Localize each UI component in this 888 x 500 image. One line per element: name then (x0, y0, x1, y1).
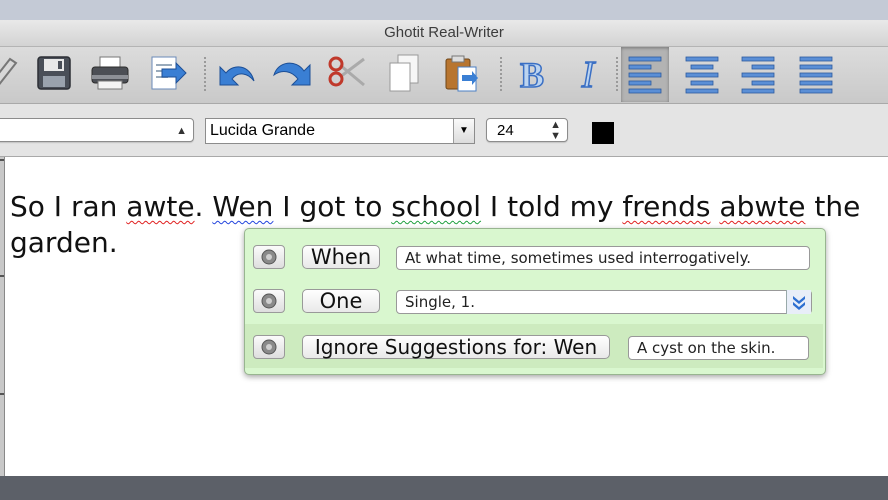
text-run: . (194, 190, 213, 223)
redo-button[interactable] (268, 51, 316, 99)
paste-button[interactable] (436, 51, 484, 99)
speak-button[interactable] (0, 51, 26, 99)
menu-bar-strip (0, 0, 888, 20)
toolbar-separator (500, 57, 502, 93)
font-size-popup[interactable]: 24 ▲ ▼ (486, 118, 568, 142)
text-run: I got to (273, 190, 392, 223)
cut-button[interactable] (324, 51, 372, 99)
suggestion-definition-text: Single, 1. (405, 293, 475, 311)
suggestion-row: Ignore Suggestions for: Wen A cyst on th… (245, 324, 823, 368)
text-run: the (805, 190, 861, 223)
speaker-icon (261, 339, 277, 355)
flagged-word[interactable]: school (391, 190, 481, 223)
flagged-word[interactable]: frends (622, 190, 710, 223)
align-center-button[interactable] (678, 51, 726, 99)
format-bar: ▲ Lucida Grande ▼ 24 ▲ ▼ (0, 104, 888, 157)
chevron-down-icon[interactable]: ▼ (453, 119, 474, 143)
flagged-word[interactable]: abwte (719, 190, 805, 223)
ignore-suggestions-button[interactable]: Ignore Suggestions for: Wen (302, 335, 610, 359)
window-title: Ghotit Real-Writer (0, 20, 888, 47)
save-button[interactable] (30, 51, 78, 99)
toolbar-separator (204, 57, 206, 93)
speaker-button[interactable] (253, 245, 285, 269)
font-family-value: Lucida Grande (210, 122, 315, 139)
copy-button[interactable] (380, 51, 428, 99)
undo-button[interactable] (212, 51, 260, 99)
justify-icon (799, 56, 833, 94)
updown-arrows-icon: ▲ (176, 125, 187, 137)
font-size-value: 24 (497, 122, 514, 139)
bottom-bar (0, 476, 888, 500)
speaker-icon (261, 249, 277, 265)
export-icon (151, 56, 187, 90)
ruler-mark (0, 275, 4, 277)
export-button[interactable] (142, 51, 190, 99)
ruler-mark (0, 159, 4, 161)
font-family-combo[interactable]: Lucida Grande ▼ (205, 118, 475, 144)
bold-button[interactable]: B (508, 51, 556, 99)
text-run: I told my (481, 190, 623, 223)
print-icon (91, 56, 129, 90)
speaker-button[interactable] (253, 335, 285, 359)
bold-icon: B (519, 54, 545, 95)
speak-icon (0, 57, 18, 85)
italic-button[interactable]: I (564, 51, 612, 99)
speaker-button[interactable] (253, 289, 285, 313)
suggestion-word-button[interactable]: When (302, 245, 380, 269)
toolbar-separator (616, 57, 618, 93)
text-run: So I ran (10, 190, 127, 223)
flagged-word[interactable]: awte (126, 190, 194, 223)
suggestion-panel: When At what time, sometimes used interr… (244, 228, 826, 375)
vertical-ruler (0, 157, 5, 476)
align-right-button[interactable] (734, 51, 782, 99)
style-popup[interactable]: ▲ (0, 118, 194, 142)
suggestion-row: When At what time, sometimes used interr… (245, 234, 823, 278)
text-line-1: So I ran awte. Wen I got to school I tol… (10, 189, 888, 225)
copy-icon (389, 54, 419, 92)
align-left-button[interactable] (621, 47, 669, 102)
flagged-word[interactable]: Wen (212, 190, 273, 223)
text-color-swatch[interactable] (592, 122, 614, 144)
speaker-icon (261, 293, 277, 309)
suggestion-definition: A cyst on the skin. (628, 336, 809, 360)
double-chevron-down-icon (793, 296, 805, 310)
justify-button[interactable] (792, 51, 840, 99)
ruler-mark (0, 393, 4, 395)
align-left-icon (628, 56, 662, 94)
italic-icon: I (580, 53, 598, 95)
expand-definition-button[interactable] (786, 290, 811, 314)
svg-text:I: I (581, 54, 597, 95)
suggestion-definition: Single, 1. (396, 290, 812, 314)
align-right-icon (741, 56, 775, 94)
cut-icon (328, 56, 365, 87)
suggestion-word-button[interactable]: One (302, 289, 380, 313)
updown-arrows-icon: ▲ ▼ (550, 119, 561, 142)
suggestion-row: One Single, 1. (245, 278, 823, 322)
save-icon (37, 56, 71, 90)
svg-text:B: B (520, 55, 544, 95)
align-center-icon (685, 56, 719, 94)
undo-icon (219, 65, 255, 86)
print-button[interactable] (86, 51, 134, 99)
paste-icon (445, 55, 478, 92)
toolbar: B I (0, 47, 888, 104)
suggestion-definition: At what time, sometimes used interrogati… (396, 246, 810, 270)
redo-icon (273, 62, 311, 86)
